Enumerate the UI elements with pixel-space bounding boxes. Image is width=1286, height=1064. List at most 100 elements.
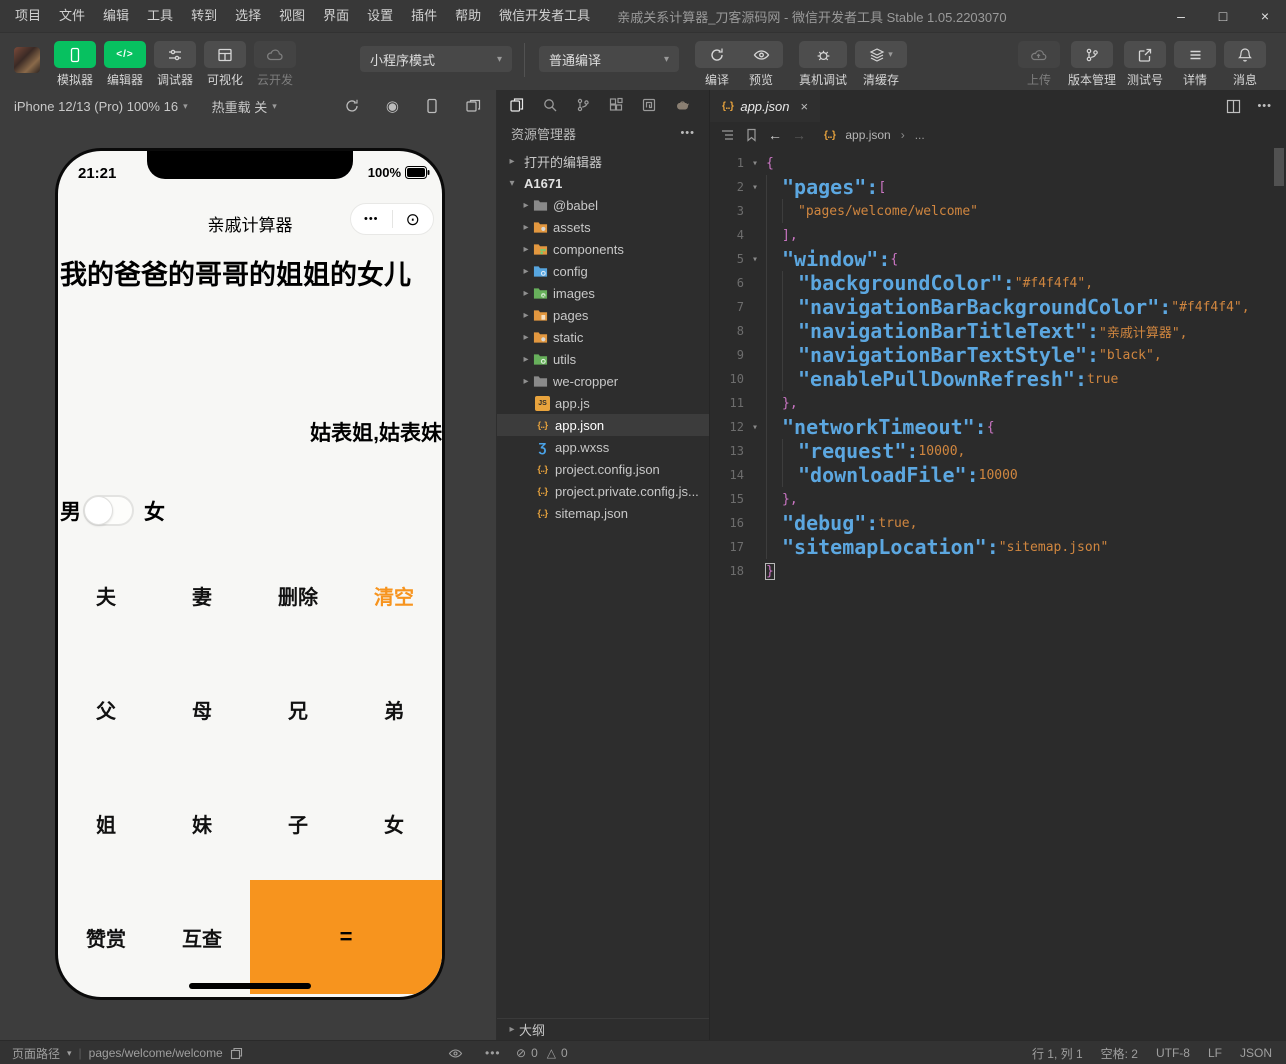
tree-file-project-config[interactable]: {..} project.config.json xyxy=(497,458,709,480)
outline-list-icon[interactable] xyxy=(720,128,735,142)
multi-window-icon[interactable] xyxy=(465,98,482,114)
forward-arrow-icon[interactable]: → xyxy=(792,127,806,143)
editor-scrollbar[interactable] xyxy=(1274,148,1284,186)
tab-app-json[interactable]: {..} app.json × xyxy=(710,90,820,122)
close-tab-icon[interactable]: × xyxy=(801,99,809,114)
breadcrumb-more[interactable]: ... xyxy=(915,128,925,142)
rotate-icon[interactable] xyxy=(344,98,360,114)
compile-button[interactable] xyxy=(695,41,739,68)
tree-folder-assets[interactable]: ▸ assets xyxy=(497,216,709,238)
tree-folder-we-cropper[interactable]: ▸ we-cropper xyxy=(497,370,709,392)
code-area[interactable]: 1▾{ 2▾"pages": [ 3"pages/welcome/welcome… xyxy=(710,148,1286,583)
hot-reload-select[interactable]: 热重载 关 ▾ xyxy=(212,97,277,116)
npm-panel-icon[interactable] xyxy=(641,97,657,113)
record-icon[interactable]: ◉ xyxy=(386,99,399,114)
language-mode[interactable]: JSON xyxy=(1240,1046,1272,1060)
menu-settings[interactable]: 设置 xyxy=(358,0,402,32)
key-mutual-lookup[interactable]: 互查 xyxy=(154,880,250,994)
upload-button[interactable]: 上传 xyxy=(1018,41,1060,88)
menu-goto[interactable]: 转到 xyxy=(182,0,226,32)
tree-project-root[interactable]: ▾ A1671 xyxy=(497,172,709,194)
key-husband[interactable]: 夫 xyxy=(58,538,154,652)
key-wife[interactable]: 妻 xyxy=(154,538,250,652)
tree-file-app-wxss[interactable]: Ʒ app.wxss xyxy=(497,436,709,458)
key-younger-sister[interactable]: 妹 xyxy=(154,766,250,880)
key-clear[interactable]: 清空 xyxy=(346,538,442,652)
visualizer-toggle-button[interactable]: 可视化 xyxy=(204,41,246,88)
files-icon[interactable] xyxy=(509,97,525,113)
menu-file[interactable]: 文件 xyxy=(50,0,94,32)
bookmark-icon[interactable] xyxy=(745,128,758,142)
tree-folder-components[interactable]: ▸ components xyxy=(497,238,709,260)
page-path-dropdown[interactable]: 页面路径 xyxy=(12,1045,60,1062)
statusbar-more[interactable]: ••• xyxy=(485,1046,501,1060)
device-debug-button[interactable]: 真机调试 xyxy=(799,41,847,88)
device-select[interactable]: iPhone 12/13 (Pro) 100% 16 ▾ xyxy=(14,99,188,114)
menu-project[interactable]: 项目 xyxy=(6,0,50,32)
gender-toggle[interactable] xyxy=(83,495,134,526)
split-editor-icon[interactable] xyxy=(1226,99,1241,114)
eol-setting[interactable]: LF xyxy=(1208,1046,1222,1060)
tree-file-sitemap[interactable]: {..} sitemap.json xyxy=(497,502,709,524)
close-mini-program-button[interactable]: ⊙ xyxy=(393,211,434,228)
more-actions-icon[interactable]: ••• xyxy=(1257,100,1272,112)
messages-button[interactable]: 消息 xyxy=(1224,41,1266,88)
tree-folder-config[interactable]: ▸ config xyxy=(497,260,709,282)
source-control-icon[interactable] xyxy=(575,97,591,113)
cloud-dev-button[interactable]: 云开发 xyxy=(254,41,296,88)
problems-indicator[interactable]: ⊘ 0 △ 0 xyxy=(516,1041,568,1064)
key-mother[interactable]: 母 xyxy=(154,652,250,766)
fold-icon[interactable]: ▾ xyxy=(744,422,766,433)
device-frame-icon[interactable] xyxy=(425,98,439,114)
tree-folder-static[interactable]: ▸ static xyxy=(497,326,709,348)
tree-file-project-private-config[interactable]: {..} project.private.config.js... xyxy=(497,480,709,502)
menu-plugins[interactable]: 插件 xyxy=(402,0,446,32)
fold-icon[interactable]: ▾ xyxy=(744,254,766,265)
tree-file-app-json[interactable]: {..} app.json xyxy=(497,414,709,436)
user-avatar[interactable] xyxy=(14,47,40,73)
explorer-more-button[interactable]: ••• xyxy=(680,127,695,139)
preview-button[interactable] xyxy=(739,41,783,68)
search-icon[interactable] xyxy=(542,97,558,113)
key-donate[interactable]: 赞赏 xyxy=(58,880,154,994)
key-daughter[interactable]: 女 xyxy=(346,766,442,880)
key-equals[interactable]: = xyxy=(250,880,442,994)
minimize-button[interactable]: – xyxy=(1160,0,1202,32)
breadcrumb-file[interactable]: app.json xyxy=(845,128,890,142)
simulator-toggle-button[interactable]: 模拟器 xyxy=(54,41,96,88)
close-button[interactable]: × xyxy=(1244,0,1286,32)
indent-setting[interactable]: 空格: 2 xyxy=(1101,1045,1138,1062)
fold-icon[interactable]: ▾ xyxy=(744,158,766,169)
key-son[interactable]: 子 xyxy=(250,766,346,880)
key-elder-sister[interactable]: 姐 xyxy=(58,766,154,880)
fold-icon[interactable]: ▾ xyxy=(744,182,766,193)
key-elder-brother[interactable]: 兄 xyxy=(250,652,346,766)
copy-icon[interactable] xyxy=(230,1047,243,1060)
maximize-button[interactable]: □ xyxy=(1202,0,1244,32)
menu-devtools[interactable]: 微信开发者工具 xyxy=(490,0,599,32)
cursor-position[interactable]: 行 1, 列 1 xyxy=(1032,1045,1083,1062)
version-control-button[interactable]: 版本管理 xyxy=(1068,41,1116,88)
clear-cache-button[interactable]: ▾ 清缓存 xyxy=(855,41,907,88)
details-button[interactable]: 详情 xyxy=(1174,41,1216,88)
tree-folder-images[interactable]: ▸ images xyxy=(497,282,709,304)
tree-file-app-js[interactable]: JS app.js xyxy=(497,392,709,414)
tree-open-editors[interactable]: ▸ 打开的编辑器 xyxy=(497,150,709,172)
menu-help[interactable]: 帮助 xyxy=(446,0,490,32)
eye-icon[interactable] xyxy=(448,1047,463,1060)
menu-view[interactable]: 视图 xyxy=(270,0,314,32)
key-father[interactable]: 父 xyxy=(58,652,154,766)
menu-tools[interactable]: 工具 xyxy=(138,0,182,32)
teapot-icon[interactable] xyxy=(674,97,691,113)
mode-select[interactable]: 小程序模式 ▾ xyxy=(360,46,512,72)
more-menu-button[interactable]: ••• xyxy=(351,213,392,225)
key-younger-brother[interactable]: 弟 xyxy=(346,652,442,766)
menu-edit[interactable]: 编辑 xyxy=(94,0,138,32)
encoding-setting[interactable]: UTF-8 xyxy=(1156,1046,1190,1060)
test-account-button[interactable]: 测试号 xyxy=(1124,41,1166,88)
debugger-toggle-button[interactable]: 调试器 xyxy=(154,41,196,88)
editor-toggle-button[interactable]: </> 编辑器 xyxy=(104,41,146,88)
tree-folder-babel[interactable]: ▸ @babel xyxy=(497,194,709,216)
key-delete[interactable]: 删除 xyxy=(250,538,346,652)
extensions-icon[interactable] xyxy=(608,97,624,113)
